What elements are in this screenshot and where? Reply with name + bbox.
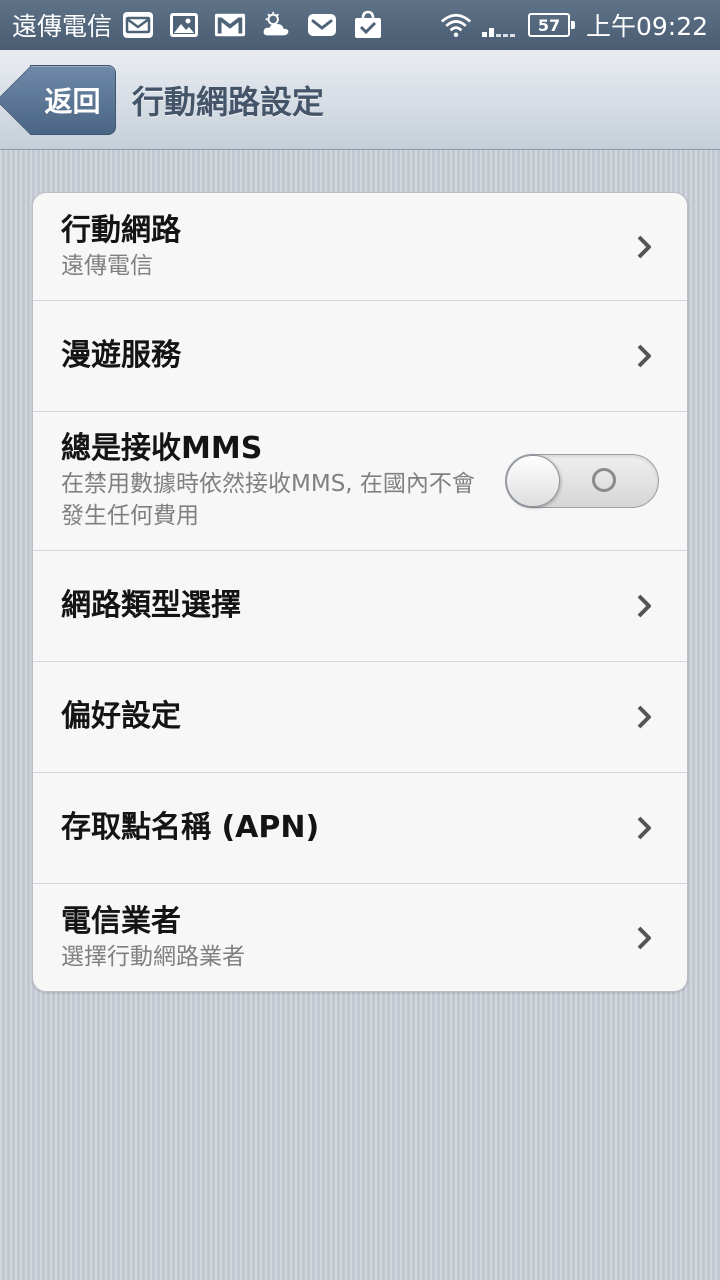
back-button-label: 返回 [44,84,101,118]
wifi-icon [440,10,472,40]
settings-item-title: 存取點名稱 (APN) [61,810,320,845]
settings-item-title: 偏好設定 [61,699,181,734]
title-bar: 返回 行動網路設定 [0,50,720,150]
mms-toggle[interactable] [505,454,659,508]
settings-item-title: 漫遊服務 [61,338,181,373]
settings-item-network-type[interactable]: 網路類型選擇 [33,551,687,662]
settings-item-carrier[interactable]: 電信業者 選擇行動網路業者 [33,884,687,991]
message-icon [306,10,338,40]
status-bar: 遠傳電信 57 上午09:22 [0,0,720,50]
chevron-right-icon [629,591,659,621]
image-icon [168,10,200,40]
toggle-off-indicator-icon [592,468,616,492]
status-right: 57 上午09:22 [440,7,708,43]
settings-item-mobile-network[interactable]: 行動網路 遠傳電信 [33,193,687,301]
chevron-right-icon [629,813,659,843]
carrier-name: 遠傳電信 [12,12,113,41]
battery-icon: 57 [527,13,575,37]
chevron-right-icon [629,232,659,262]
battery-level: 57 [537,15,561,35]
settings-item-title: 電信業者 [61,903,181,939]
settings-item-title: 總是接收MMS [61,431,263,466]
settings-item-subtitle: 選擇行動網路業者 [61,943,245,970]
settings-list: 行動網路 遠傳電信 漫遊服務 總是接收MMS 在禁用數據時依然接收MMS, 在國… [32,192,688,992]
settings-item-roaming[interactable]: 漫遊服務 [33,301,687,412]
clock: 上午09:22 [585,12,708,41]
shopping-bag-icon [352,10,384,40]
settings-item-title: 網路類型選擇 [61,588,241,623]
back-button[interactable]: 返回 [30,64,116,135]
chevron-right-icon [629,341,659,371]
settings-item-subtitle: 遠傳電信 [61,252,153,279]
settings-item-apn[interactable]: 存取點名稱 (APN) [33,773,687,884]
settings-item-always-receive-mms[interactable]: 總是接收MMS 在禁用數據時依然接收MMS, 在國內不會發生任何費用 [33,412,687,551]
weather-icon [260,10,292,40]
page-title: 行動網路設定 [132,82,325,121]
toggle-knob [506,455,560,507]
chevron-right-icon [629,923,659,953]
signal-strength-icon [480,10,520,40]
notification-icons [122,10,384,40]
settings-item-preferences[interactable]: 偏好設定 [33,662,687,773]
mail-icon [122,10,154,40]
settings-item-title: 行動網路 [61,212,181,248]
chevron-right-icon [629,702,659,732]
gmail-icon [214,10,246,40]
settings-item-subtitle: 在禁用數據時依然接收MMS, 在國內不會發生任何費用 [61,471,475,529]
